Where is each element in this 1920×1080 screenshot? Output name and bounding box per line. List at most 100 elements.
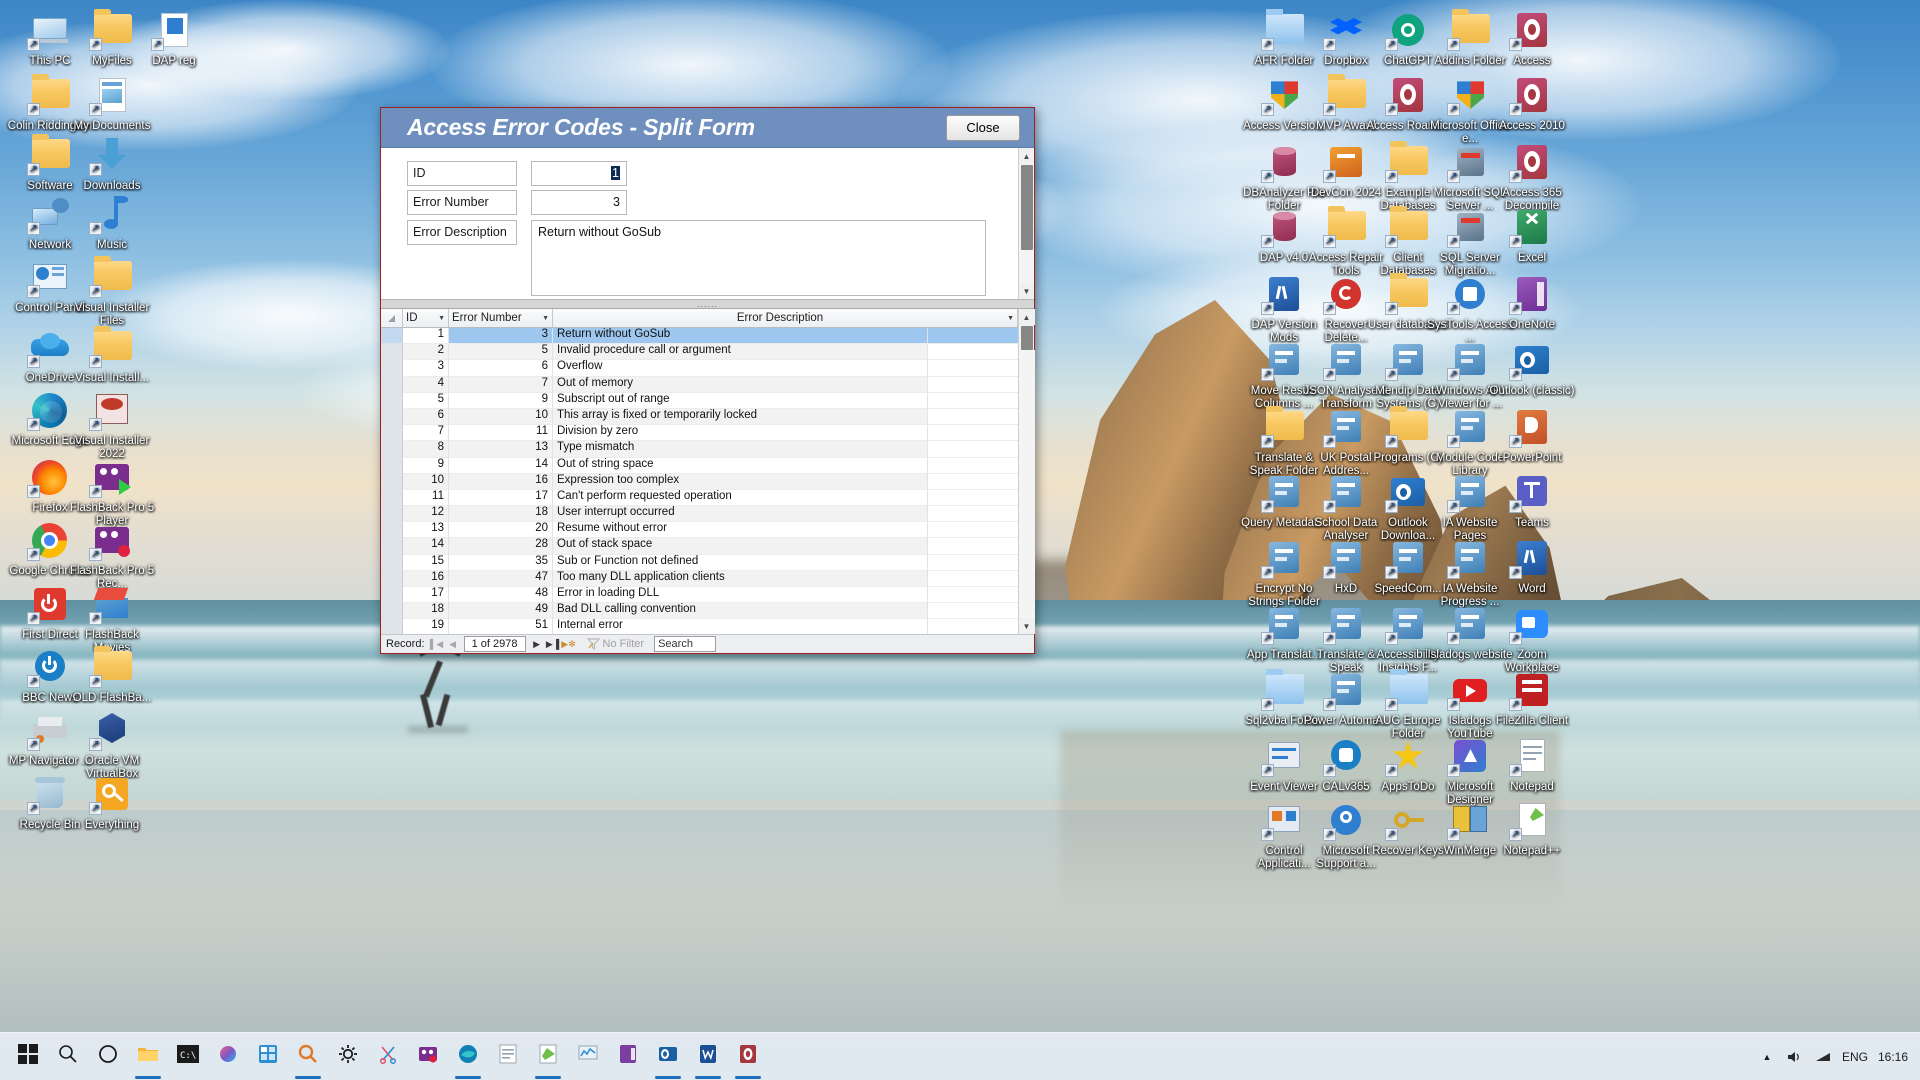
cell-error-description[interactable]: Out of stack space <box>553 538 928 555</box>
chevron-down-icon[interactable]: ▼ <box>539 315 549 322</box>
chevron-down-icon[interactable]: ▼ <box>1004 315 1014 322</box>
cell-id[interactable]: 6 <box>403 408 449 426</box>
table-row[interactable]: 3 6 Overflow <box>381 360 1018 377</box>
desktop-icon-onenote[interactable]: ↗ OneNote <box>1488 272 1576 332</box>
cell-error-number[interactable]: 6 <box>449 360 553 377</box>
cell-id[interactable]: 10 <box>403 473 449 490</box>
desktop-icon-zoom-workplace[interactable]: ↗ Zoom Workplace <box>1488 602 1576 674</box>
desktop-icon-notepad[interactable]: ↗ Notepad++ <box>1488 798 1576 858</box>
desktop-icon-outlook-classic[interactable]: ↗ Outlook (classic) <box>1488 338 1576 398</box>
scroll-up-icon[interactable]: ▲ <box>1018 309 1035 325</box>
row-selector[interactable] <box>381 441 403 458</box>
row-selector[interactable] <box>381 554 403 571</box>
cell-error-description[interactable]: Expression too complex <box>553 473 928 490</box>
row-selector[interactable] <box>381 376 403 393</box>
cell-error-number[interactable]: 35 <box>449 554 553 571</box>
close-button[interactable]: Close <box>946 114 1020 141</box>
taskbar-item-microsoft-edge[interactable] <box>448 1034 488 1080</box>
desktop-icon-access-365-decompile[interactable]: ↗ Access 365 Decompile <box>1488 140 1576 212</box>
taskbar-item-onenote[interactable] <box>608 1034 648 1080</box>
table-row[interactable]: 10 16 Expression too complex <box>381 473 1018 490</box>
cell-error-description[interactable]: Too many DLL application clients <box>553 570 928 587</box>
taskbar-item-everything-search[interactable] <box>288 1034 328 1080</box>
cell-error-number[interactable]: 11 <box>449 425 553 442</box>
desktop-icon-word[interactable]: ↗ Word <box>1488 536 1576 596</box>
table-row[interactable]: 9 14 Out of string space <box>381 457 1018 474</box>
access-split-form-window[interactable]: Access Error Codes - Split Form Close ID… <box>380 107 1035 654</box>
taskbar-item-settings[interactable] <box>328 1034 368 1080</box>
taskbar-item-command-prompt[interactable]: C:\ <box>168 1034 208 1080</box>
last-record-button[interactable]: ▶▐ <box>545 636 561 652</box>
cell-id[interactable]: 8 <box>403 441 449 458</box>
cell-id[interactable]: 2 <box>403 344 449 361</box>
cell-id[interactable]: 1 <box>403 328 449 345</box>
cell-error-description[interactable]: User interrupt occurred <box>553 506 928 523</box>
search-input[interactable]: Search <box>654 636 717 652</box>
row-selector[interactable] <box>381 425 403 442</box>
desktop-icon-excel[interactable]: ↗ Excel <box>1488 205 1576 265</box>
show-hidden-icons-icon[interactable]: ▲ <box>1758 1048 1776 1066</box>
desktop-icon-visual-install[interactable]: ↗ Visual Install... <box>68 325 156 385</box>
desktop-icon-visual-installer-files[interactable]: ↗ Visual Installer Files <box>68 255 156 327</box>
filter-toggle[interactable]: No Filter <box>586 638 644 650</box>
taskbar-item-task-view[interactable] <box>88 1034 128 1080</box>
cell-id[interactable]: 18 <box>403 603 449 620</box>
volume-icon[interactable] <box>1786 1048 1804 1066</box>
clock[interactable]: 16:16 <box>1878 1050 1908 1064</box>
scroll-down-icon[interactable]: ▼ <box>1018 283 1034 299</box>
table-row[interactable]: 6 10 This array is fixed or temporarily lo… <box>381 408 1018 426</box>
language-indicator[interactable]: ENG <box>1842 1050 1868 1064</box>
table-row[interactable]: 5 9 Subscript out of range <box>381 392 1018 409</box>
previous-record-button[interactable]: ◀ <box>445 636 461 652</box>
first-record-button[interactable]: ▌◀ <box>429 636 445 652</box>
row-selector[interactable] <box>381 538 403 555</box>
cell-error-number[interactable]: 18 <box>449 506 553 523</box>
desktop-icon-oracle-vm-virtualbox[interactable]: ↗ Oracle VM VirtualBox <box>68 708 156 780</box>
cell-error-number[interactable]: 16 <box>449 473 553 490</box>
desktop-icon-filezilla-client[interactable]: ↗ FileZilla Client <box>1488 668 1576 728</box>
desktop-icon-visual-installer-2022[interactable]: ↗ Visual Installer 2022 <box>68 388 156 460</box>
taskbar-item-word[interactable] <box>688 1034 728 1080</box>
cell-error-number[interactable]: 13 <box>449 441 553 458</box>
table-row[interactable]: 12 18 User interrupt occurred <box>381 506 1018 523</box>
row-selector[interactable] <box>381 506 403 523</box>
scrollbar-thumb[interactable] <box>1020 165 1033 250</box>
row-selector[interactable] <box>381 360 403 377</box>
desktop-icon-everything[interactable]: ↗ Everything <box>68 772 156 832</box>
cell-id[interactable]: 3 <box>403 360 449 377</box>
cell-id[interactable]: 19 <box>403 619 449 634</box>
cell-error-description[interactable]: Out of string space <box>553 457 928 474</box>
table-row[interactable]: 7 11 Division by zero <box>381 425 1018 442</box>
row-selector[interactable] <box>381 603 403 620</box>
row-selector[interactable] <box>381 587 403 604</box>
row-selector[interactable] <box>381 328 403 345</box>
cell-id[interactable]: 16 <box>403 570 449 587</box>
table-row[interactable]: 11 17 Can't perform requested operation <box>381 489 1018 507</box>
taskbar-item-copilot[interactable] <box>208 1034 248 1080</box>
field-input-error-description[interactable]: Return without GoSub <box>531 220 986 296</box>
cell-error-description[interactable]: Error in loading DLL <box>553 587 928 604</box>
cell-error-description[interactable]: Can't perform requested operation <box>553 489 928 507</box>
table-row[interactable]: 14 28 Out of stack space <box>381 538 1018 555</box>
cell-error-number[interactable]: 48 <box>449 587 553 604</box>
row-selector[interactable] <box>381 522 403 539</box>
cell-error-number[interactable]: 51 <box>449 619 553 634</box>
select-all-header[interactable] <box>381 309 403 327</box>
table-row[interactable]: 15 35 Sub or Function not defined <box>381 554 1018 571</box>
table-row[interactable]: 16 47 Too many DLL application clients <box>381 570 1018 587</box>
desktop-icon-access-2010[interactable]: ↗ Access 2010 <box>1488 73 1576 133</box>
cell-id[interactable]: 9 <box>403 457 449 474</box>
desktop-icon-teams[interactable]: ↗ Teams <box>1488 470 1576 530</box>
cell-error-number[interactable]: 47 <box>449 570 553 587</box>
taskbar-item-start-button[interactable] <box>8 1034 48 1080</box>
cell-error-description[interactable]: Internal error <box>553 619 928 634</box>
cell-id[interactable]: 7 <box>403 425 449 442</box>
cell-id[interactable]: 14 <box>403 538 449 555</box>
row-selector[interactable] <box>381 489 403 507</box>
scrollbar-thumb[interactable] <box>1020 326 1033 350</box>
cell-error-description[interactable]: Out of memory <box>553 376 928 393</box>
column-header-error-number[interactable]: Error Number ▼ <box>449 309 553 327</box>
taskbar-item-notepad[interactable] <box>488 1034 528 1080</box>
cell-error-number[interactable]: 10 <box>449 408 553 426</box>
cell-id[interactable]: 5 <box>403 392 449 409</box>
